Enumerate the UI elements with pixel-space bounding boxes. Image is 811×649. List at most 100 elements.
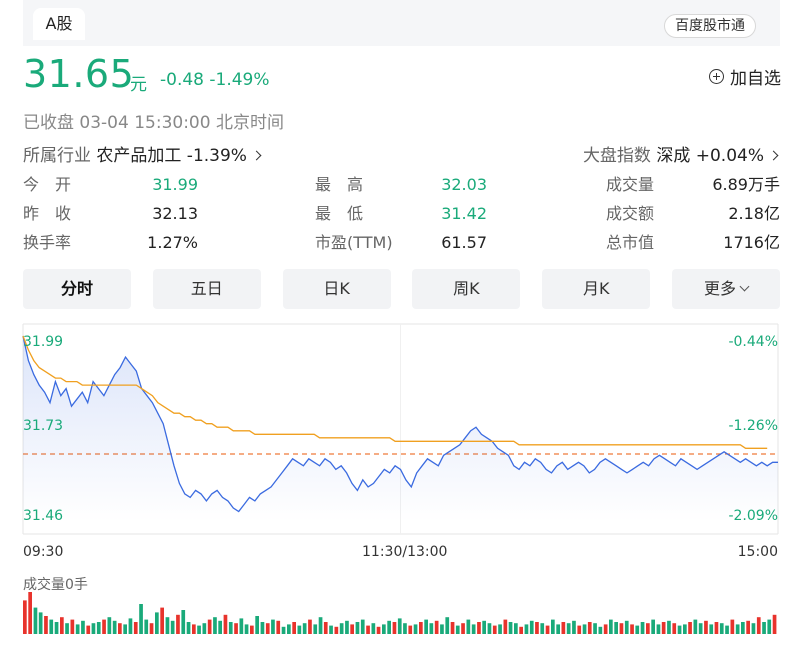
volume-bar (667, 620, 671, 634)
volume-bar (255, 616, 259, 634)
volume-bar (318, 617, 323, 634)
index-label: 大盘指数 (582, 146, 651, 166)
volume-bar (75, 624, 80, 634)
period-tabs: 分时 五日 日K 周K 月K 更多 (23, 269, 780, 309)
volume-bar (170, 620, 175, 634)
volume-bar (54, 622, 59, 634)
volume-bar (287, 624, 291, 634)
volume-bar (102, 619, 106, 634)
volume-bar (466, 619, 471, 634)
y-pct-mid: -1.26% (728, 418, 778, 434)
x-tick-midday: 11:30/13:00 (362, 544, 448, 560)
market-cap-value: 1716亿 (723, 233, 780, 252)
pe-label: 市盈(TTM) (315, 233, 393, 252)
volume-bar (767, 619, 772, 634)
volume-bar (23, 600, 27, 634)
volume-bar (250, 625, 254, 634)
chevron-right-icon (768, 150, 779, 161)
chevron-right-icon (251, 150, 262, 161)
volume-bar (624, 620, 629, 634)
volume-bar (772, 614, 777, 634)
volume-bar (133, 622, 138, 634)
volume-bar (471, 624, 476, 634)
volume-bar (223, 614, 228, 634)
volume-bar (302, 623, 307, 634)
tab-five-day[interactable]: 五日 (152, 269, 261, 309)
volume-bar (677, 625, 682, 634)
tab-more[interactable]: 更多 (671, 269, 780, 309)
amount-label: 成交额 (606, 204, 655, 223)
tab-weekly-k[interactable]: 周K (412, 269, 521, 309)
stats-col-2: 最 高 32.03 最 低 31.42 市盈(TTM) 61.57 (315, 175, 487, 262)
volume-bar (70, 619, 75, 634)
tab-intraday[interactable]: 分时 (23, 269, 131, 309)
volume-bar (482, 620, 486, 634)
volume-bar (149, 623, 154, 634)
volume-bar (514, 623, 518, 634)
volume-bar (360, 619, 365, 634)
volume-bar (688, 622, 692, 634)
volume-bar (271, 619, 275, 634)
volume-bar (207, 619, 212, 634)
volume-bar (551, 619, 555, 634)
volume-bar (535, 622, 539, 634)
volume-bar (424, 619, 428, 634)
volume-bar (33, 607, 38, 634)
volume-bar (598, 626, 603, 634)
price-unit: 元 (130, 75, 147, 95)
volume-bar (366, 625, 370, 634)
tab-monthly-k[interactable]: 月K (542, 269, 651, 309)
intraday-chart[interactable]: 31.99 31.73 31.46 -0.44% -1.26% -2.09% 0… (0, 322, 811, 642)
volume-bar (44, 616, 48, 634)
low-label: 最 低 (315, 204, 364, 223)
volume-bar (603, 624, 608, 634)
volume-bar (661, 622, 666, 634)
industry-label: 所属行业 (23, 146, 91, 166)
volume-bar (202, 623, 207, 634)
tab-daily-k[interactable]: 日K (282, 269, 391, 309)
volume-bar (582, 624, 587, 634)
volume-bar (65, 623, 69, 634)
volume-bar (762, 622, 766, 634)
stats-col-1: 今 开 31.99 昨 收 32.13 换手率 1.27% (23, 175, 198, 262)
high-label: 最 高 (315, 175, 364, 194)
volume-bar (461, 623, 465, 634)
add-watchlist-button[interactable]: 加自选 (709, 64, 781, 89)
volume-chart-label: 成交量0手 (23, 577, 88, 593)
volume-bar (181, 610, 186, 634)
volume-bar (91, 623, 96, 634)
baidu-stock-pill[interactable]: 百度股市通 (664, 14, 756, 38)
volume-bar (350, 624, 354, 634)
volume-bar (477, 622, 481, 634)
volume-bar (218, 620, 222, 634)
volume-bar (244, 624, 249, 634)
y-pct-top: -0.44% (728, 334, 778, 350)
volume-bar (213, 617, 217, 634)
volume-bar (139, 604, 143, 634)
volume-bar (60, 617, 64, 634)
stats-col-3: 成交量 6.89万手 成交额 2.18亿 总市值 1716亿 (606, 175, 780, 262)
intraday-chart-svg (22, 323, 779, 634)
volume-bar (698, 623, 703, 634)
plus-circle-icon (709, 69, 724, 84)
volume-bar (725, 625, 729, 634)
market-index-link[interactable]: 大盘指数 深成 +0.04% (582, 141, 779, 166)
volume-bar (609, 619, 613, 634)
volume-bar (741, 622, 745, 634)
volume-bar (672, 623, 677, 634)
volume-bar (651, 619, 655, 634)
volume-bar (746, 620, 750, 634)
volume-bar (165, 617, 170, 634)
volume-bar (28, 592, 32, 634)
volume-bar (487, 623, 492, 634)
volume-bar (260, 622, 265, 634)
volume-bar (498, 624, 502, 634)
volume-bar (81, 620, 85, 634)
tab-a-shares[interactable]: A股 (33, 8, 85, 40)
volume-bar (593, 623, 597, 634)
index-value: 深成 +0.04% (656, 146, 764, 166)
volume-bar (508, 622, 513, 634)
volume-bar (556, 624, 560, 634)
price-change: -0.48 -1.49% (160, 70, 270, 90)
industry-link[interactable]: 所属行业 农产品加工 -1.39% (23, 141, 262, 166)
